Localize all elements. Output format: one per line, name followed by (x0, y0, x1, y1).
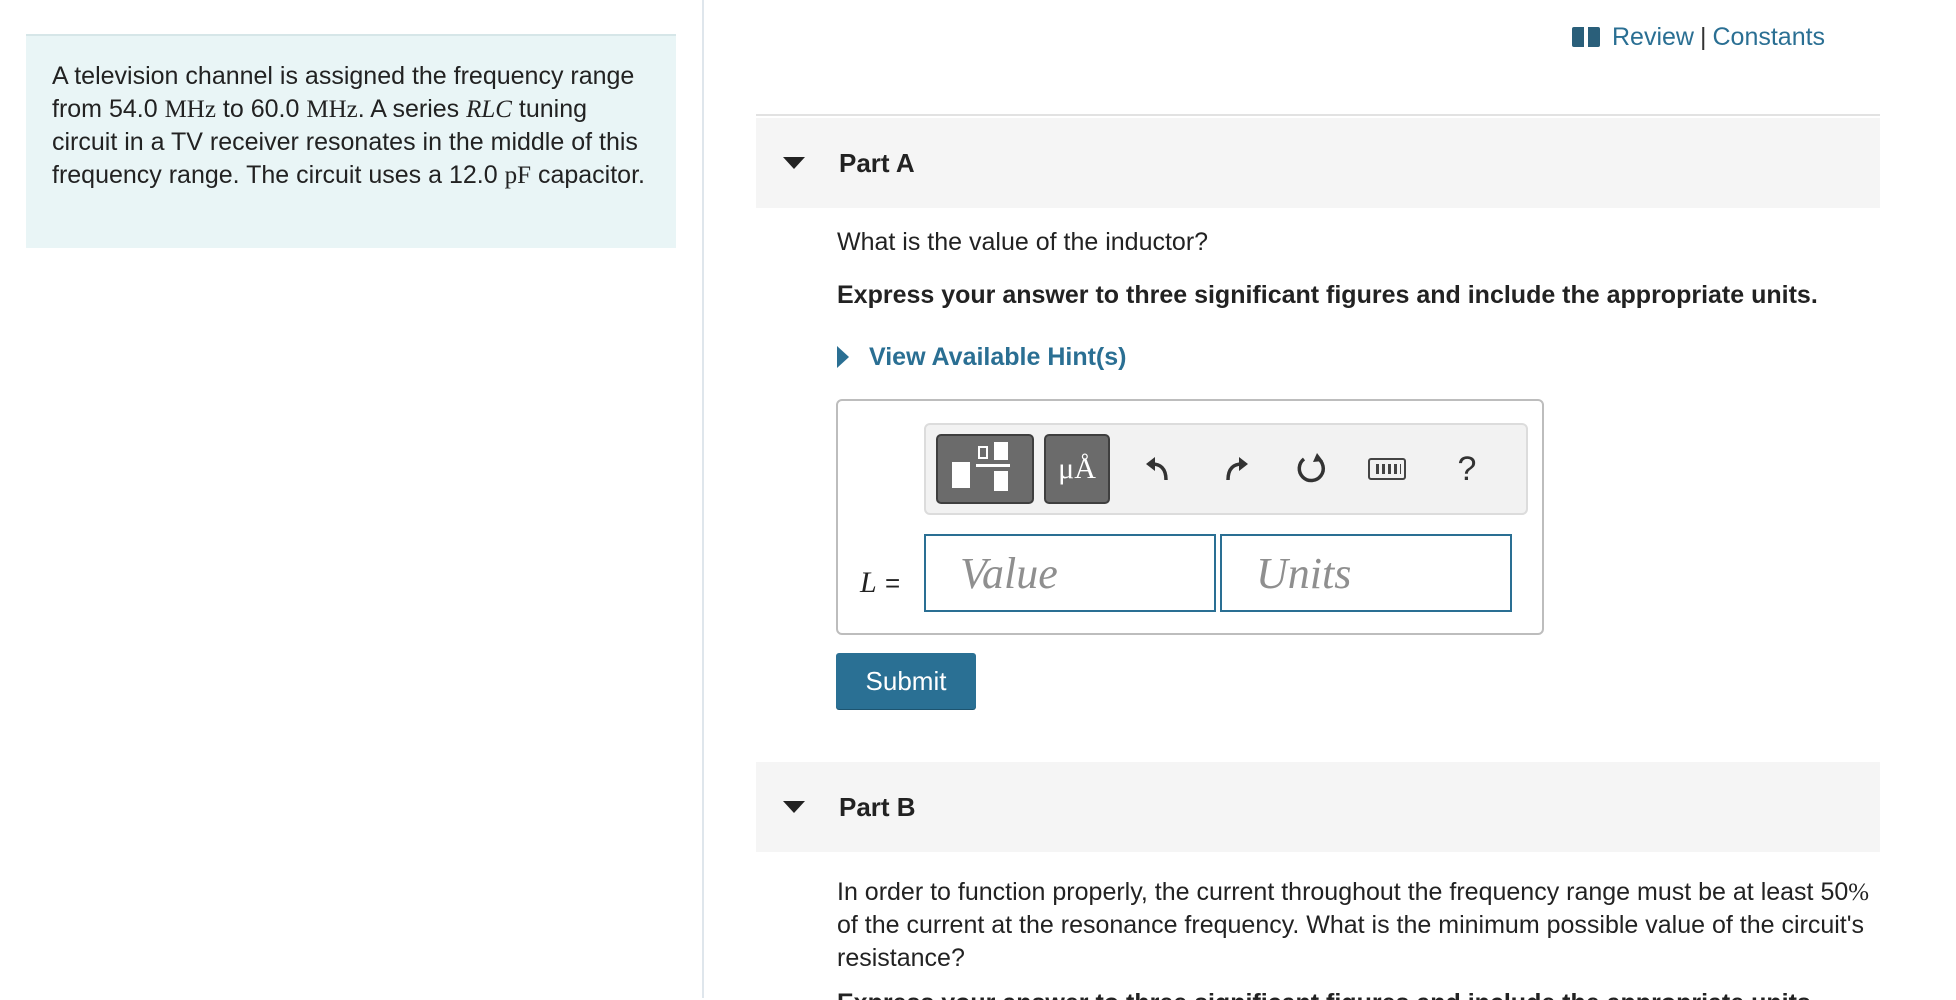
problem-text: capacitor. (531, 160, 645, 189)
keyboard-button[interactable] (1362, 439, 1412, 499)
answer-box: μÅ ? L = Value Units (836, 399, 1544, 635)
part-b-title: Part B (839, 791, 916, 822)
question-text: In order to function properly, the curre… (837, 878, 1821, 906)
value-input[interactable]: Value (924, 534, 1216, 612)
variable-symbol: L (860, 566, 877, 599)
math-toolbar: μÅ ? (924, 423, 1528, 515)
freq-high-value: 60.0 (250, 94, 300, 123)
capacitance-value: 12.0 (448, 160, 498, 189)
units-input[interactable]: Units (1220, 534, 1512, 612)
part-b-question: In order to function properly, the curre… (837, 876, 1887, 975)
book-icon (1572, 27, 1600, 47)
redo-icon[interactable] (1210, 439, 1260, 499)
constants-link[interactable]: Constants (1712, 23, 1825, 52)
freq-unit: MHz (306, 95, 358, 123)
link-separator: | (1699, 22, 1707, 51)
part-a-header[interactable]: Part A (756, 118, 1880, 208)
part-a-question: What is the value of the inductor? (837, 228, 1209, 256)
help-button[interactable]: ? (1442, 439, 1492, 499)
equals-sign: = (885, 567, 901, 598)
problem-text: . A series (357, 94, 467, 123)
keyboard-icon (1368, 458, 1406, 480)
problem-text: to (215, 94, 251, 123)
panel-divider (702, 0, 704, 998)
expand-caret-icon (837, 346, 849, 368)
review-constants-links: Review | Constants (1572, 22, 1825, 52)
view-hints-link[interactable]: View Available Hint(s) (837, 339, 1126, 375)
part-a-instruction: Express your answer to three significant… (837, 281, 1818, 309)
collapse-caret-icon[interactable] (783, 801, 805, 813)
hint-label: View Available Hint(s) (869, 342, 1127, 371)
question-text: of the current at the resonance frequenc… (837, 911, 1865, 972)
freq-unit: MHz (164, 95, 216, 123)
percent-value: 50 (1820, 878, 1849, 906)
part-b-header[interactable]: Part B (756, 762, 1880, 852)
review-link[interactable]: Review (1612, 23, 1694, 52)
section-divider (756, 114, 1880, 116)
problem-statement: A television channel is assigned the fre… (26, 34, 676, 248)
freq-low-value: 54.0 (108, 94, 158, 123)
reset-icon[interactable] (1286, 439, 1336, 499)
undo-icon[interactable] (1134, 439, 1184, 499)
circuit-symbol: RLC (466, 95, 512, 123)
templates-button[interactable] (936, 434, 1034, 504)
part-b-instruction: Express your answer to three significant… (837, 988, 1877, 1000)
capacitance-unit: pF (504, 161, 532, 189)
collapse-caret-icon[interactable] (783, 157, 805, 169)
submit-button[interactable]: Submit (836, 653, 976, 709)
part-a-title: Part A (839, 147, 915, 178)
answer-label: L = (860, 545, 900, 621)
percent-sign: % (1848, 879, 1870, 906)
units-button[interactable]: μÅ (1044, 434, 1110, 504)
